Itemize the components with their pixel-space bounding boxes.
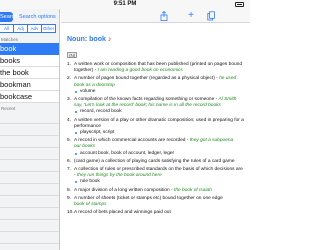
list-item: [0, 196, 59, 208]
copy-icon[interactable]: [207, 11, 215, 21]
pos-tag: (N): [67, 52, 78, 58]
sense-number: 7.: [67, 167, 72, 173]
pronounce-icon[interactable]: ♪: [108, 36, 112, 43]
sense-item: 5. A record in which commercial accounts…: [67, 138, 250, 157]
sense-text: A number of pages bound together (regard…: [74, 76, 215, 82]
list-item[interactable]: book: [0, 43, 59, 55]
list-item[interactable]: bookcase: [0, 91, 59, 103]
word-list: Matches book books the book bookman book…: [0, 36, 59, 244]
sense-item: 2. A number of pages bound together (reg…: [67, 76, 250, 95]
sense-item: 3. A compilation of the known facts rega…: [67, 97, 250, 116]
sense-example: they got a subpoena: [189, 138, 234, 144]
matches-header: Matches: [1, 37, 19, 42]
sense-example: book of stamps: [74, 202, 107, 208]
entry-heading: Noun: book ♪: [67, 35, 250, 44]
sense-example: the book of Isaiah: [173, 187, 212, 193]
sense-number: 8.: [67, 187, 72, 193]
sense-item: 7. A collection of rules or prescribed s…: [67, 167, 250, 186]
list-item: [0, 160, 59, 172]
segment-other[interactable]: Other: [42, 24, 56, 33]
sense-example: he used: [219, 76, 237, 82]
sidebar-header: Search Search options: [0, 9, 59, 24]
sense-text: together): [74, 68, 94, 74]
word-sidebar: Search Search options All Adj Adv Other …: [0, 9, 60, 250]
sense-number: 5.: [67, 138, 72, 144]
sense-number: 1.: [67, 62, 72, 67]
list-item[interactable]: books: [0, 55, 59, 67]
sense-item: 4. A written version of a play or other …: [67, 118, 250, 137]
sense-example: say, 'Let's look at the record' book: [74, 103, 146, 109]
sense-text: A major division of a long written compo…: [74, 187, 170, 193]
synonym-list[interactable]: volume: [74, 89, 250, 95]
sense-example: his name is in all the record books: [148, 103, 221, 109]
segment-adv[interactable]: Adv: [28, 24, 42, 33]
sense-item: 9. A number of sheets (ticket or stamps …: [67, 196, 250, 208]
recent-header: Recent: [1, 106, 16, 111]
segment-all[interactable]: All: [0, 24, 14, 33]
list-item: [0, 220, 59, 232]
sense-example: I am reading a good book on economics: [97, 68, 183, 74]
search-button[interactable]: Search: [0, 12, 17, 22]
sense-item: 8. A major division of a long written co…: [67, 187, 212, 193]
list-item: [0, 232, 59, 244]
synonym-list[interactable]: record, record book: [74, 109, 250, 115]
list-item[interactable]: bookman: [0, 79, 59, 91]
definition-toolbar: +: [61, 9, 250, 23]
list-item: [0, 148, 59, 160]
definition-panel: Noun: book ♪ (N) 1. A written work or com…: [61, 24, 250, 250]
sense-item: 6. (card game) a collection of playing c…: [67, 159, 250, 165]
sense-number: 6.: [67, 158, 72, 164]
battery-icon: [235, 2, 244, 7]
synonym-list[interactable]: playscript, script: [74, 130, 250, 136]
sense-text: A record in which commercial accounts ar…: [74, 138, 186, 144]
sense-text: A written version of a play or other dra…: [74, 117, 244, 123]
status-bar: 9:51 PM: [0, 0, 250, 9]
sense-number: 10.: [67, 210, 74, 216]
segment-adj[interactable]: Adj: [14, 24, 28, 33]
sense-text: A record of bets placed and winnings pai…: [74, 210, 171, 216]
list-item[interactable]: the book: [0, 67, 59, 79]
synonym-list[interactable]: account book, book of account, ledger, l…: [74, 151, 250, 157]
status-time: 9:51 PM: [113, 1, 137, 7]
entry-heading-text: Noun: book: [67, 36, 106, 43]
list-item: [0, 136, 59, 148]
search-options-link[interactable]: Search options: [19, 12, 56, 22]
list-item: [0, 184, 59, 196]
sense-example: they run things by the book around here: [76, 173, 162, 179]
sense-text: A compilation of the known facts regardi…: [74, 97, 215, 103]
list-item: [0, 124, 59, 136]
sense-example: Al Smith: [218, 97, 237, 103]
sense-number: 2.: [67, 76, 72, 82]
sense-number: 9.: [67, 195, 72, 201]
pos-filter-segmented: All Adj Adv Other: [0, 24, 56, 33]
synonym-list[interactable]: rule book: [74, 179, 250, 185]
sense-item: 1. A written work or composition that ha…: [67, 62, 250, 74]
sense-number: 4.: [67, 117, 72, 123]
sense-item: 10. A record of bets placed and winnings…: [67, 210, 250, 216]
list-item: [0, 172, 59, 184]
add-icon[interactable]: +: [187, 11, 195, 21]
sense-number: 3.: [67, 97, 72, 103]
share-icon[interactable]: [160, 10, 168, 21]
list-item: [0, 208, 59, 220]
sense-text: (card game) a collection of playing card…: [74, 158, 235, 164]
list-item: [0, 112, 59, 124]
